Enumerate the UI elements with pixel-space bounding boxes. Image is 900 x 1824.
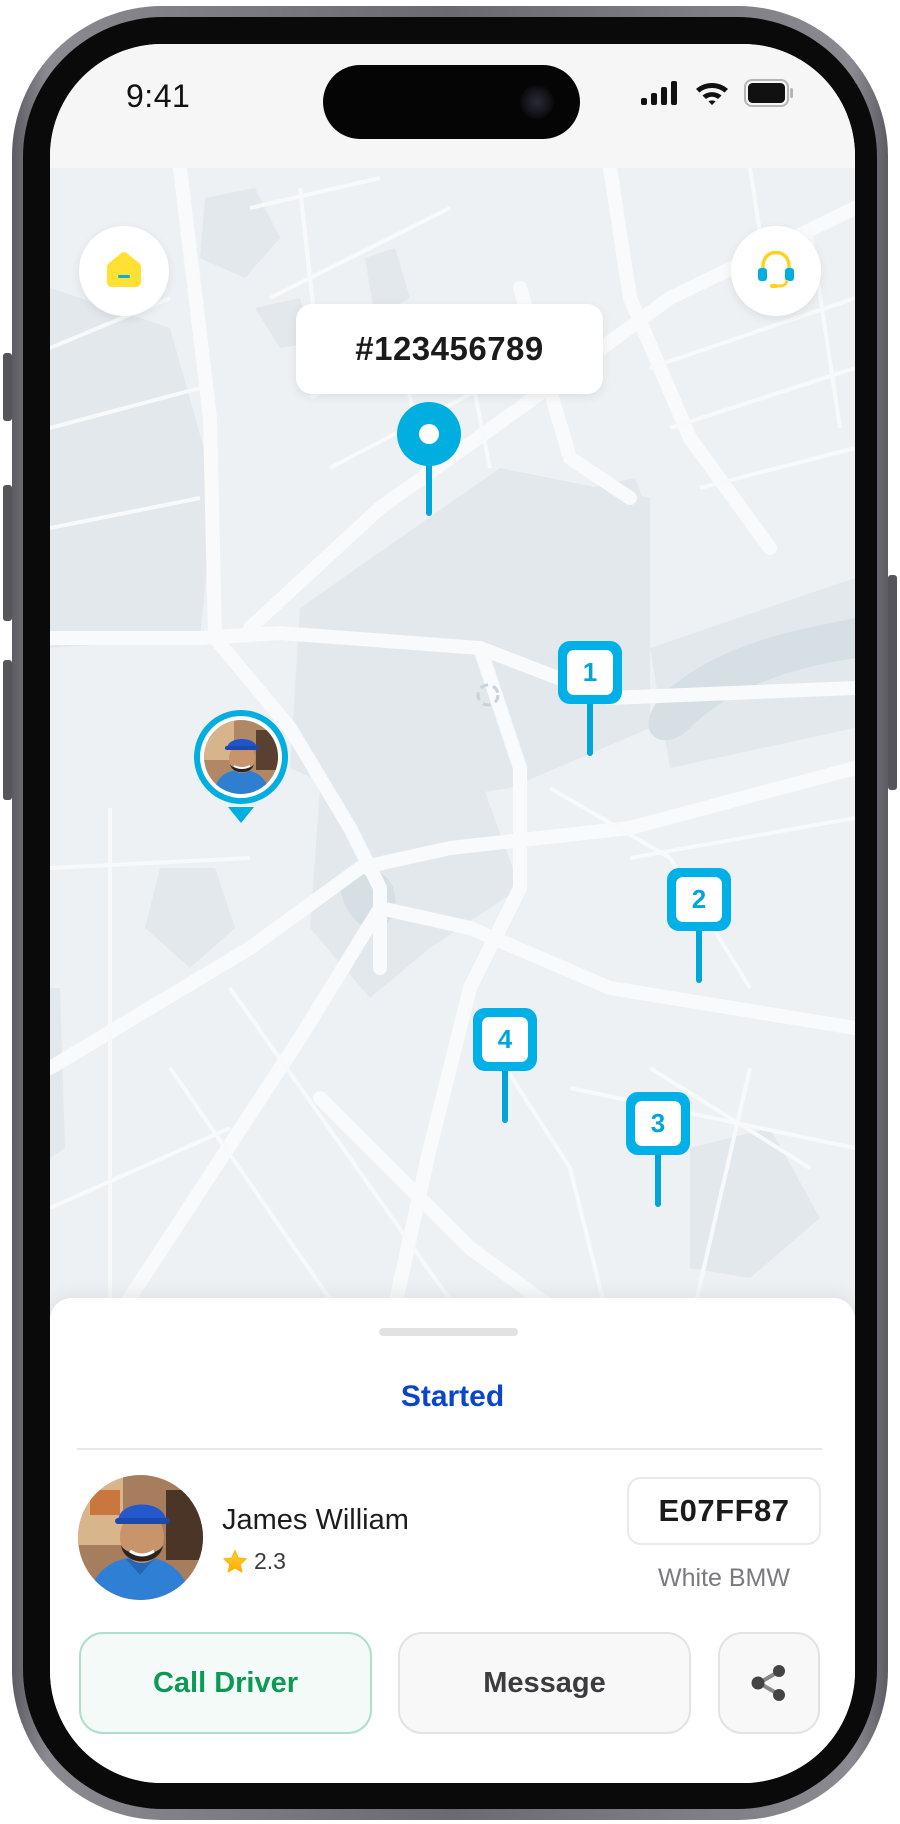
volume-up-button [3,485,12,621]
home-icon [104,249,144,294]
trip-status: Started [400,1380,505,1413]
sheet-drag-handle[interactable] [379,1328,518,1336]
map-view[interactable]: #123456789 1 2 3 4 [50,168,855,1328]
stop-marker-1[interactable]: 1 [558,641,622,756]
stop-stem [502,1071,508,1123]
dynamic-island [323,65,580,139]
action-button [3,353,12,421]
driver-avatar-marker [204,720,278,794]
volume-down-button [3,660,12,800]
driver-location-marker[interactable] [194,710,288,823]
driver-avatar [78,1475,203,1600]
status-icons [640,78,794,108]
home-button[interactable] [79,226,169,316]
stop-marker-4[interactable]: 4 [473,1008,537,1123]
driver-rating: 2.3 [222,1548,286,1575]
stop-number: 3 [635,1101,681,1146]
rating-value: 2.3 [254,1548,286,1574]
stop-marker-2[interactable]: 2 [667,868,731,983]
battery-icon [744,79,793,107]
stop-stem [696,931,702,983]
call-driver-label: Call Driver [152,1666,299,1699]
stop-marker-3[interactable]: 3 [626,1092,690,1207]
message-label: Message [483,1666,606,1699]
trip-bottom-sheet: Started James William 2.3 E07FF87 White … [50,1298,855,1783]
order-id: #123456789 [355,330,544,367]
order-id-card[interactable]: #123456789 [296,304,603,394]
share-icon [751,1665,785,1701]
cellular-signal-icon [641,81,677,105]
star-icon [223,1549,247,1573]
location-pin-icon [397,402,461,516]
headset-support-icon [754,247,798,296]
divider [77,1448,822,1450]
stop-number: 4 [482,1017,528,1062]
front-camera [520,85,554,119]
vehicle-description: White BMW [658,1564,790,1592]
marker-pointer [228,807,254,823]
support-button[interactable] [731,226,821,316]
power-button [888,575,897,790]
wifi-icon [696,83,728,105]
license-plate: E07FF87 [627,1477,821,1545]
driver-name: James William [222,1504,409,1536]
message-button[interactable]: Message [398,1632,691,1734]
stop-number: 1 [567,650,613,695]
stop-stem [587,704,593,756]
share-button[interactable] [718,1632,820,1734]
status-time: 9:41 [126,78,191,114]
stop-stem [655,1155,661,1207]
phone-screen: #123456789 1 2 3 4 9:41 Started James Wi… [50,44,855,1783]
status-bar: 9:41 [50,44,855,168]
call-driver-button[interactable]: Call Driver [79,1632,372,1734]
plate-number: E07FF87 [658,1493,790,1528]
destination-pin[interactable] [397,402,461,523]
stop-number: 2 [676,877,722,922]
